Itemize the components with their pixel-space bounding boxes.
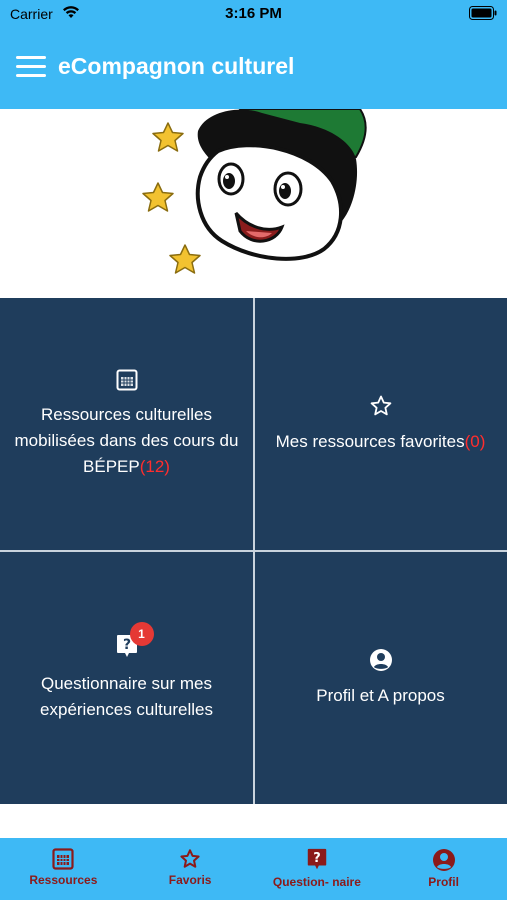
resources-count: (12) bbox=[139, 456, 170, 476]
tab-profile[interactable]: Profil bbox=[380, 838, 507, 900]
tab-questionnaire[interactable]: ? Question- naire bbox=[254, 838, 381, 900]
user-circle-icon bbox=[432, 849, 455, 871]
tile-resources-label: Ressources culturelles mobilisées dans d… bbox=[14, 404, 239, 476]
tile-resources[interactable]: Ressources culturelles mobilisées dans d… bbox=[0, 298, 253, 550]
question-bubble-icon: ? bbox=[307, 848, 327, 870]
battery-icon bbox=[469, 6, 497, 20]
tile-profile-label: Profil et A propos bbox=[316, 685, 445, 705]
main-menu-grid: Ressources culturelles mobilisées dans d… bbox=[0, 298, 507, 804]
tab-resources[interactable]: Ressources bbox=[0, 838, 127, 900]
app-root: Carrier 3:16 PM eCompagnon culturel Ress… bbox=[0, 0, 507, 900]
tab-profile-label: Profil bbox=[428, 875, 459, 889]
tile-questionnaire-label: Questionnaire sur mes expériences cultur… bbox=[40, 673, 213, 719]
bottom-tab-bar: Ressources Favoris ? Question- naire Pro… bbox=[0, 838, 507, 900]
clock: 3:16 PM bbox=[225, 5, 282, 22]
resources-grid-icon bbox=[52, 848, 74, 870]
hamburger-menu-icon[interactable] bbox=[16, 56, 46, 78]
star-icon bbox=[369, 394, 393, 423]
svg-text:?: ? bbox=[122, 637, 130, 653]
tab-favorites[interactable]: Favoris bbox=[127, 838, 254, 900]
app-title: eCompagnon culturel bbox=[58, 53, 295, 79]
status-bar: Carrier 3:16 PM bbox=[0, 0, 507, 28]
favorites-count: (0) bbox=[464, 431, 486, 451]
tile-favorites-label: Mes ressources favorites bbox=[275, 431, 465, 451]
mascot-banner bbox=[0, 109, 507, 298]
notification-badge: 1 bbox=[129, 621, 154, 646]
tab-questionnaire-label: Question- naire bbox=[272, 875, 361, 889]
mascot-image bbox=[142, 109, 367, 274]
tile-favorites[interactable]: Mes ressources favorites(0) bbox=[254, 298, 507, 550]
tile-profile[interactable]: Profil et A propos bbox=[254, 552, 507, 804]
resources-grid-icon bbox=[116, 369, 138, 396]
grid-divider-horizontal bbox=[0, 550, 507, 552]
question-bubble-icon: ? 1 bbox=[116, 621, 154, 665]
star-icon bbox=[180, 849, 200, 868]
user-circle-icon bbox=[369, 648, 393, 677]
tab-resources-label: Ressources bbox=[29, 873, 98, 887]
app-header: Carrier 3:16 PM eCompagnon culturel bbox=[0, 0, 507, 109]
tile-questionnaire[interactable]: ? 1 Questionnaire sur mes expériences cu… bbox=[0, 552, 253, 804]
tab-favorites-label: Favoris bbox=[168, 873, 212, 887]
svg-text:?: ? bbox=[313, 851, 321, 866]
